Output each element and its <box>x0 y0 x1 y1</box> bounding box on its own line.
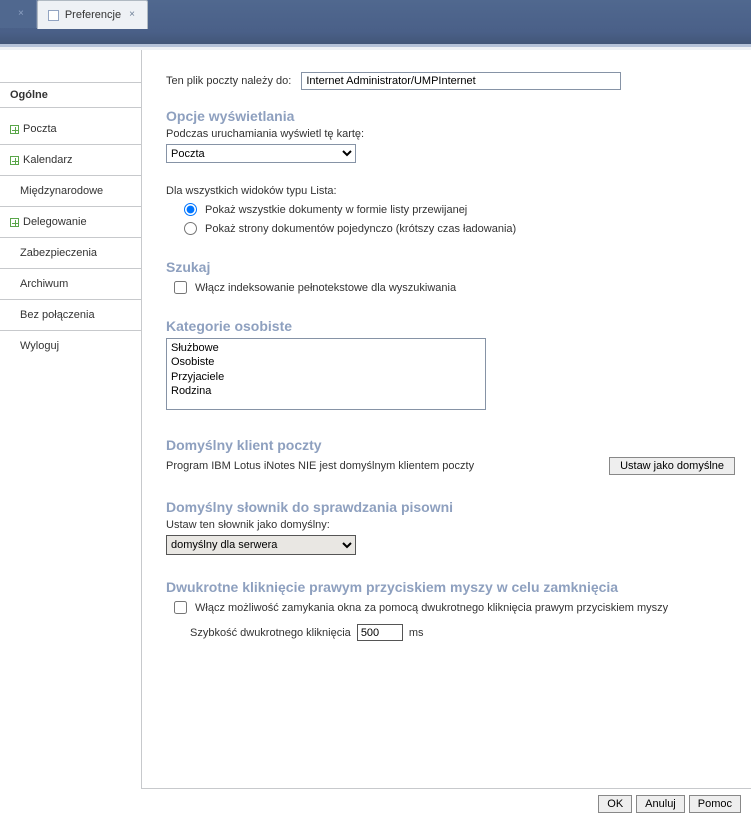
tab-previous[interactable]: × <box>0 0 37 28</box>
list-view-all-label: Pokaż wszystkie dokumenty w formie listy… <box>205 204 467 216</box>
expand-icon[interactable] <box>10 156 19 165</box>
double-click-speed-label: Szybkość dwukrotnego kliknięcia <box>190 627 351 639</box>
tab-label: Preferencje <box>65 2 121 28</box>
list-view-pages-radio[interactable] <box>184 222 197 235</box>
sidebar-item-label: Kalendarz <box>23 154 73 166</box>
preferences-icon <box>48 10 59 21</box>
tab-preferences[interactable]: Preferencje × <box>37 0 148 29</box>
sidebar-item-security[interactable]: Zabezpieczenia <box>0 238 141 269</box>
search-heading: Szukaj <box>166 259 735 275</box>
dictionary-label: Ustaw ten słownik jako domyślny: <box>166 519 735 531</box>
list-view-pages-label: Pokaż strony dokumentów pojedynczo (krót… <box>205 223 516 235</box>
double-click-heading: Dwukrotne kliknięcie prawym przyciskiem … <box>166 579 735 595</box>
sidebar-item-offline[interactable]: Bez połączenia <box>0 300 141 331</box>
sidebar-item-calendar[interactable]: Kalendarz <box>0 145 141 176</box>
categories-textarea[interactable] <box>166 338 486 410</box>
sidebar-heading[interactable]: Ogólne <box>0 82 141 108</box>
sidebar-item-label: Międzynarodowe <box>20 185 103 197</box>
sidebar-item-delegation[interactable]: Delegowanie <box>0 207 141 238</box>
fulltext-checkbox[interactable] <box>174 281 187 294</box>
sidebar-item-logout[interactable]: Wyloguj <box>0 331 141 361</box>
start-tab-label: Podczas uruchamiania wyświetl tę kartę: <box>166 128 735 140</box>
owner-label: Ten plik poczty należy do: <box>166 75 291 87</box>
set-default-mail-button[interactable]: Ustaw jako domyślne <box>609 457 735 475</box>
tab-bar: × Preferencje × <box>0 0 751 47</box>
dictionary-heading: Domyślny słownik do sprawdzania pisowni <box>166 499 735 515</box>
sidebar: Ogólne Poczta Kalendarz Międzynarodowe D… <box>0 50 141 789</box>
double-click-speed-input[interactable] <box>357 624 403 641</box>
categories-heading: Kategorie osobiste <box>166 318 735 334</box>
sidebar-item-mail[interactable]: Poczta <box>0 114 141 145</box>
list-view-all-radio[interactable] <box>184 203 197 216</box>
sidebar-item-international[interactable]: Międzynarodowe <box>0 176 141 207</box>
sidebar-item-label: Bez połączenia <box>20 309 95 321</box>
sidebar-item-label: Wyloguj <box>20 340 59 352</box>
close-icon[interactable]: × <box>127 2 137 28</box>
close-icon[interactable]: × <box>16 1 26 27</box>
sidebar-item-label: Delegowanie <box>23 216 87 228</box>
sidebar-item-label: Zabezpieczenia <box>20 247 97 259</box>
start-tab-select[interactable]: Poczta <box>166 144 356 163</box>
double-click-enable-label: Włącz możliwość zamykania okna za pomocą… <box>195 602 668 614</box>
default-mail-heading: Domyślny klient poczty <box>166 437 735 453</box>
cancel-button[interactable]: Anuluj <box>636 795 685 813</box>
display-heading: Opcje wyświetlania <box>166 108 735 124</box>
double-click-speed-unit: ms <box>409 627 424 639</box>
dictionary-select[interactable]: domyślny dla serwera <box>166 535 356 555</box>
main-pane: Ten plik poczty należy do: Opcje wyświet… <box>141 50 751 789</box>
default-mail-status: Program IBM Lotus iNotes NIE jest domyśl… <box>166 460 474 472</box>
help-button[interactable]: Pomoc <box>689 795 741 813</box>
expand-icon[interactable] <box>10 125 19 134</box>
fulltext-label: Włącz indeksowanie pełnotekstowe dla wys… <box>195 282 456 294</box>
sidebar-item-label: Poczta <box>23 123 57 135</box>
sidebar-item-archive[interactable]: Archiwum <box>0 269 141 300</box>
list-views-label: Dla wszystkich widoków typu Lista: <box>166 185 735 197</box>
sidebar-item-label: Archiwum <box>20 278 68 290</box>
ok-button[interactable]: OK <box>598 795 632 813</box>
double-click-enable-checkbox[interactable] <box>174 601 187 614</box>
expand-icon[interactable] <box>10 218 19 227</box>
dialog-footer: OK Anuluj Pomoc <box>598 795 741 813</box>
owner-field[interactable] <box>301 72 621 90</box>
